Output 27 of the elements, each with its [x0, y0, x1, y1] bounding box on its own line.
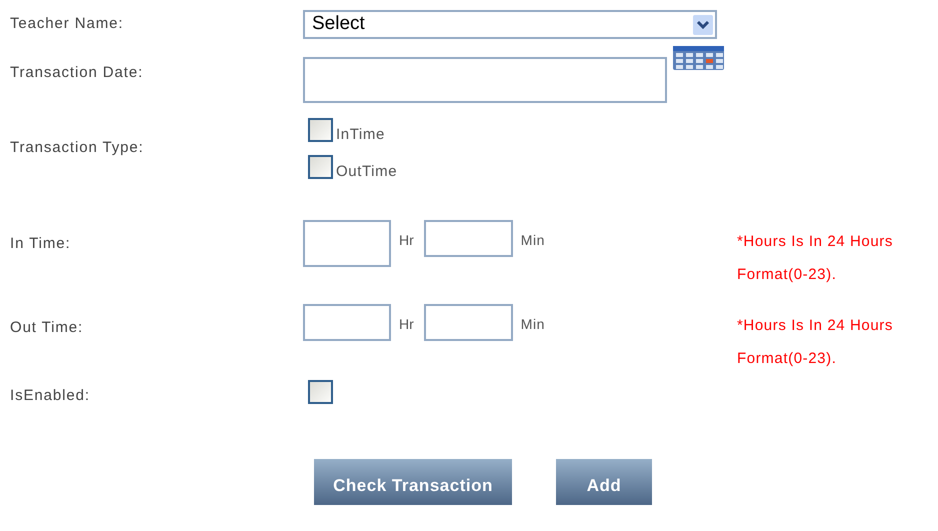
teacher-select[interactable]: Select: [303, 10, 717, 39]
minute-unit: Min: [520, 231, 546, 250]
date-field[interactable]: [303, 57, 667, 103]
minute-field[interactable]: [424, 304, 513, 341]
field-label: Out Time:: [10, 319, 84, 336]
checkbox[interactable]: [308, 380, 333, 404]
calendar-icon[interactable]: [672, 45, 725, 71]
checkbox[interactable]: [308, 118, 333, 142]
field-label: Teacher Name:: [10, 14, 124, 34]
hour-field[interactable]: [303, 220, 391, 267]
checkbox-label: OutTime: [336, 164, 398, 178]
field-label: Transaction Date:: [10, 63, 144, 84]
minute-field[interactable]: [424, 220, 513, 257]
field-label: Transaction Type:: [10, 138, 145, 158]
hour-field[interactable]: [303, 304, 391, 341]
action-button[interactable]: Add: [556, 459, 652, 505]
field-label: IsEnabled:: [10, 386, 91, 406]
format-note: *Hours Is In 24 Hours Format(0-23).: [737, 316, 894, 369]
chevron-down-icon: [693, 14, 713, 34]
checkbox-label: InTime: [336, 126, 385, 142]
action-button[interactable]: Check Transaction: [314, 459, 512, 505]
format-note: *Hours Is In 24 Hours Format(0-23).: [737, 232, 894, 285]
field-label: In Time:: [10, 235, 71, 252]
hour-unit: Hr: [399, 231, 414, 250]
hour-unit: Hr: [399, 315, 414, 334]
checkbox[interactable]: [308, 154, 333, 178]
minute-unit: Min: [520, 315, 546, 334]
